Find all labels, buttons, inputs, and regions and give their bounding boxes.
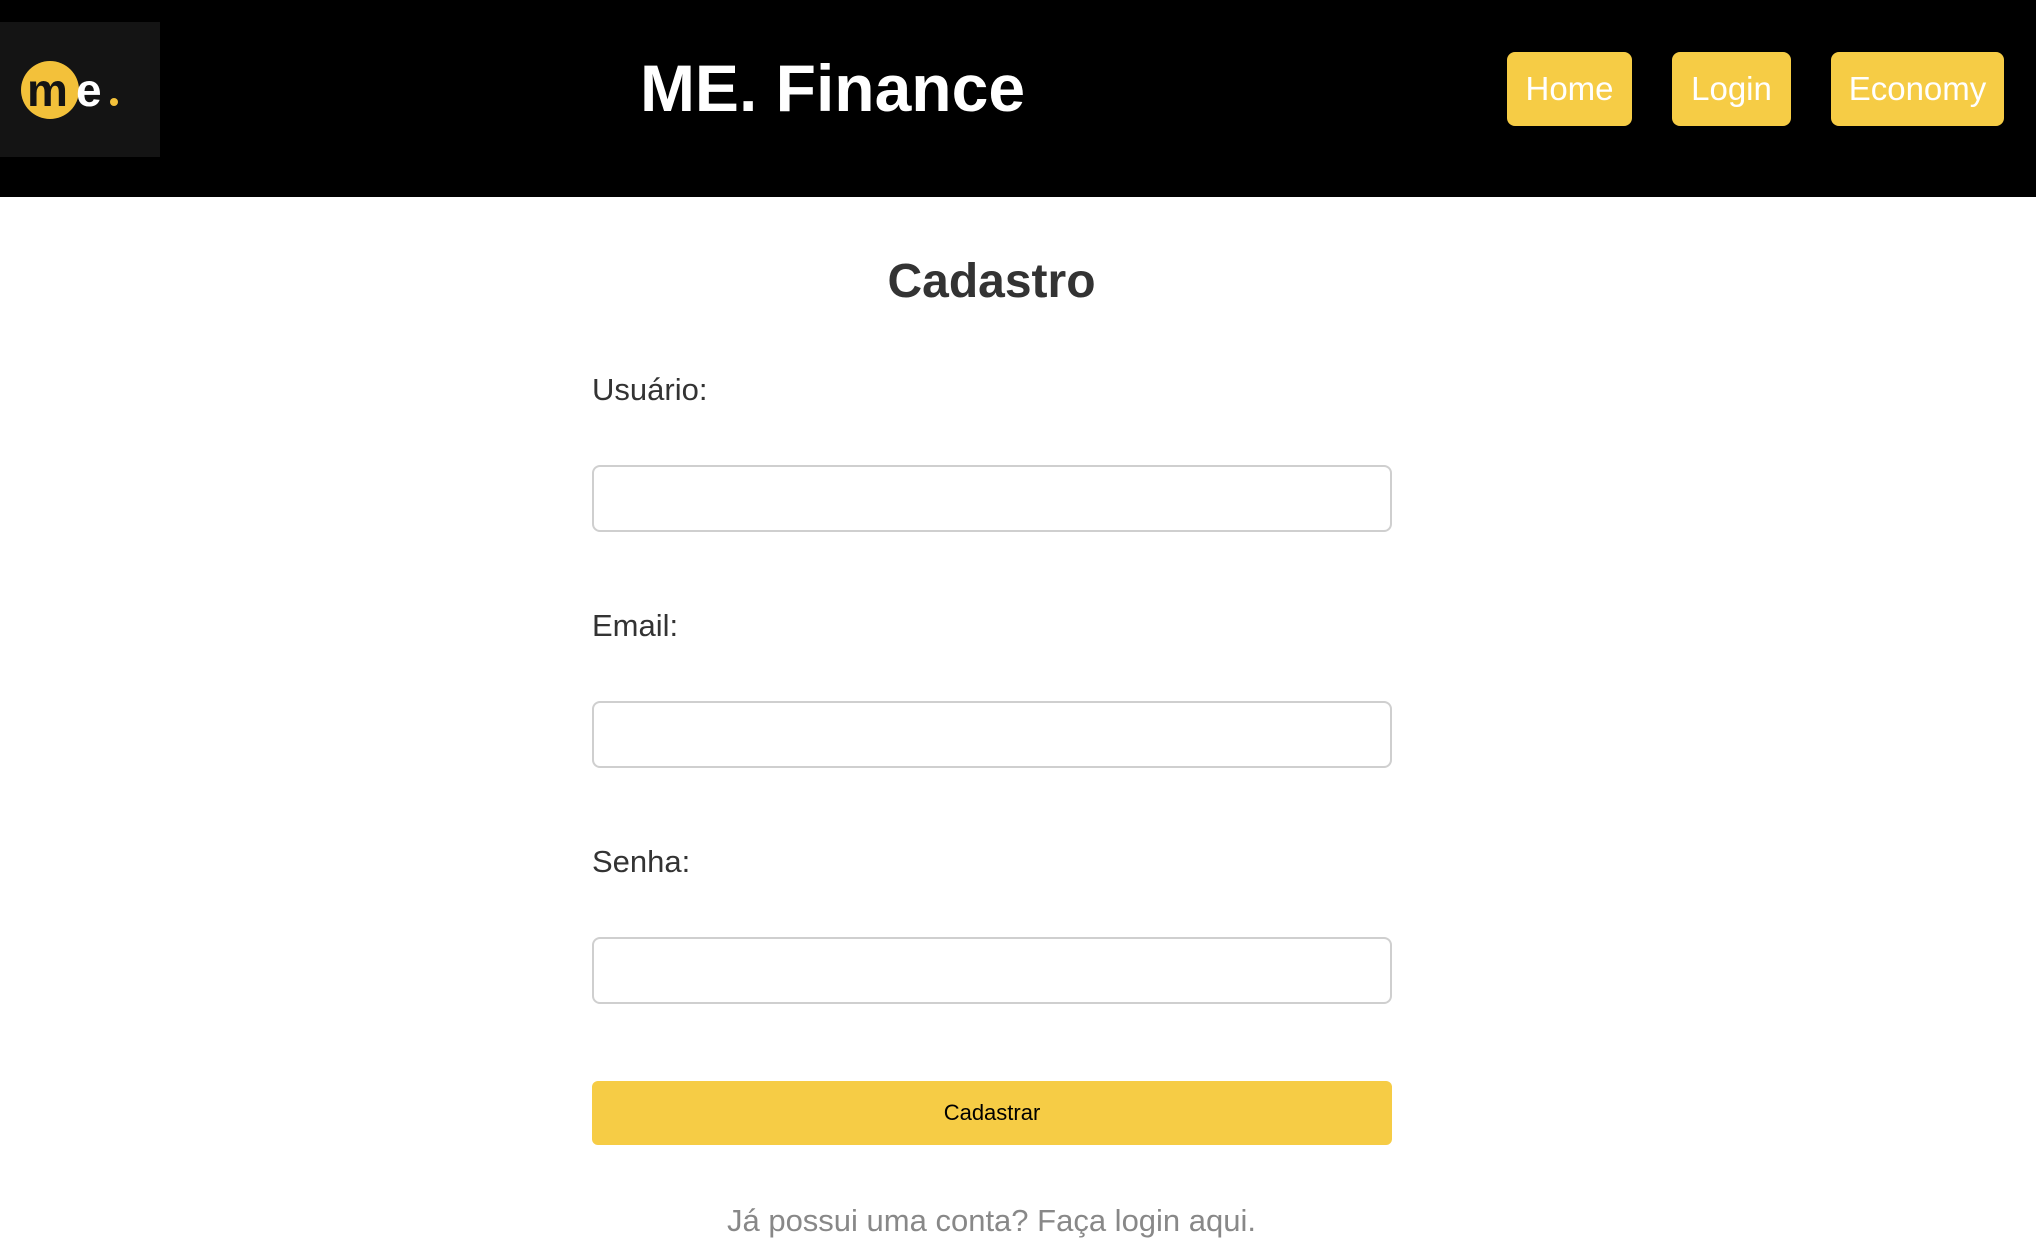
- password-input[interactable]: [592, 937, 1392, 1004]
- me-logo-icon: m e: [21, 61, 118, 119]
- site-header: m e ME. Finance Home Login Economy: [0, 0, 2036, 197]
- username-label: Usuário:: [592, 372, 708, 407]
- nav-login-button[interactable]: Login: [1672, 52, 1791, 126]
- register-button[interactable]: Cadastrar: [592, 1081, 1392, 1145]
- password-label: Senha:: [592, 844, 691, 879]
- email-input[interactable]: [592, 701, 1392, 768]
- svg-text:e: e: [76, 64, 102, 116]
- logo[interactable]: m e: [0, 22, 160, 157]
- email-label: Email:: [592, 608, 679, 643]
- page-title: Cadastro: [887, 255, 1096, 308]
- login-link[interactable]: Já possui uma conta? Faça login aqui.: [0, 1201, 1983, 1241]
- nav-home-button[interactable]: Home: [1507, 52, 1632, 126]
- svg-text:m: m: [27, 64, 68, 116]
- username-input[interactable]: [592, 465, 1392, 532]
- site-title: ME. Finance: [639, 51, 1026, 125]
- nav-economy-button[interactable]: Economy: [1831, 52, 2004, 126]
